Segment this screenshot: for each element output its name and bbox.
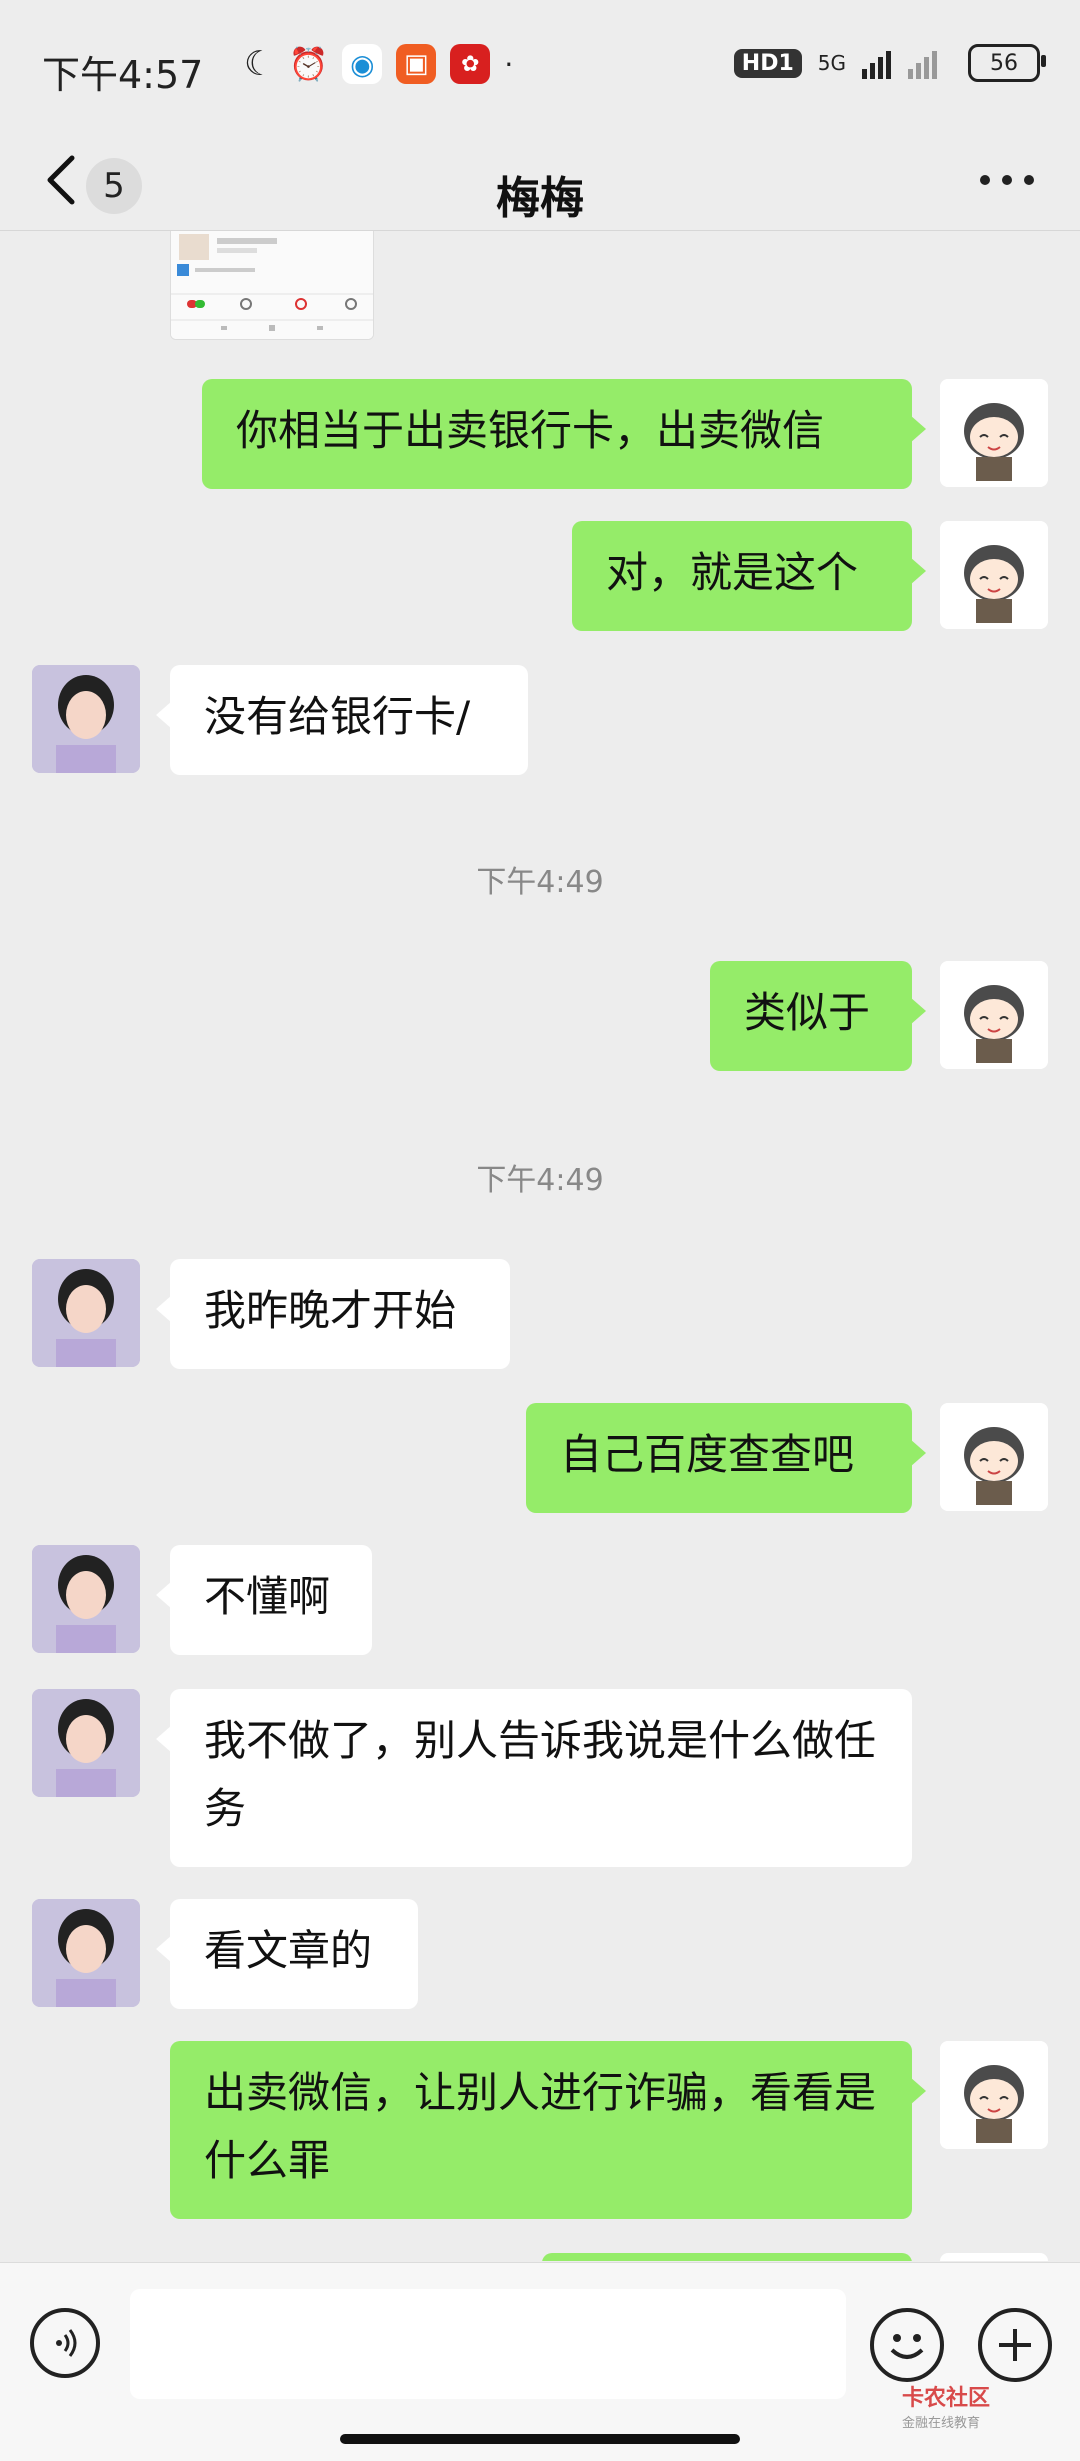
my-avatar[interactable] bbox=[940, 379, 1048, 487]
sent-message-bubble-partial[interactable] bbox=[542, 2253, 912, 2261]
network-label: 5G bbox=[817, 51, 846, 75]
my-avatar[interactable] bbox=[940, 2041, 1048, 2149]
chat-title: 梅梅 bbox=[496, 173, 584, 224]
my-avatar[interactable] bbox=[940, 961, 1048, 1069]
plus-icon bbox=[999, 2329, 1031, 2361]
home-indicator[interactable] bbox=[340, 2434, 740, 2444]
dot-icon: · bbox=[504, 47, 514, 81]
sent-message-bubble[interactable]: 自己百度查查吧 bbox=[526, 1403, 926, 1513]
contact-avatar[interactable] bbox=[32, 1899, 140, 2007]
screenshot-preview-icon bbox=[171, 231, 373, 339]
battery-indicator: 56 bbox=[968, 44, 1046, 82]
kuaishou-icon: ▣ bbox=[396, 44, 437, 84]
alarm-icon: ⏰ bbox=[288, 45, 329, 83]
message-timestamp: 下午4:49 bbox=[476, 865, 604, 900]
received-message-bubble[interactable]: 不懂啊 bbox=[156, 1545, 372, 1655]
watermark: 卡农社区 金融在线教育 bbox=[902, 2380, 990, 2431]
voice-icon bbox=[56, 2329, 77, 2357]
my-avatar[interactable] bbox=[940, 521, 1048, 629]
my-avatar[interactable] bbox=[940, 1403, 1048, 1511]
status-icons-right: HD1 5G 56 bbox=[733, 44, 1046, 82]
watermark-subtitle: 金融在线教育 bbox=[902, 2416, 981, 2431]
contact-avatar[interactable] bbox=[32, 665, 140, 773]
watermark-title: 卡农社区 bbox=[902, 2386, 991, 2411]
image-thumbnail[interactable] bbox=[170, 231, 374, 340]
received-message-bubble[interactable]: 看文章的 bbox=[156, 1899, 418, 2009]
status-time: 下午4:57 bbox=[42, 53, 204, 97]
signal-icon bbox=[862, 51, 937, 79]
more-functions-button[interactable] bbox=[978, 2308, 1052, 2382]
status-bar: 下午4:57 ☾ ⏰ ◉ ▣ ✿ · HD1 5G 56 bbox=[0, 0, 1080, 130]
more-options-icon[interactable] bbox=[980, 168, 1040, 192]
received-message-bubble[interactable]: 我不做了，别人告诉我说是什么做任务 bbox=[156, 1689, 912, 1867]
contact-avatar[interactable] bbox=[32, 1545, 140, 1653]
emoji-icon bbox=[890, 2334, 924, 2359]
sent-message-bubble[interactable]: 对，就是这个 bbox=[572, 521, 926, 631]
message-input[interactable] bbox=[130, 2289, 846, 2399]
received-message-bubble[interactable]: 没有给银行卡/ bbox=[156, 665, 528, 775]
sent-message-bubble[interactable]: 你相当于出卖银行卡，出卖微信 bbox=[202, 379, 926, 489]
chat-header: 5 梅梅 bbox=[0, 130, 1080, 231]
received-message-bubble[interactable]: 我昨晚才开始 bbox=[156, 1259, 510, 1369]
hd-badge: HD1 bbox=[733, 48, 802, 78]
china-mobile-icon: ◉ bbox=[342, 44, 383, 84]
moon-icon: ☾ bbox=[244, 44, 275, 84]
app-icon: ✿ bbox=[450, 44, 491, 84]
status-icons-left: ☾ ⏰ ◉ ▣ ✿ · bbox=[244, 44, 513, 84]
contact-avatar[interactable] bbox=[32, 1259, 140, 1367]
message-timestamp: 下午4:49 bbox=[476, 1163, 604, 1198]
sent-message-bubble[interactable]: 类似于 bbox=[710, 961, 926, 1071]
voice-input-button[interactable] bbox=[30, 2308, 100, 2378]
contact-avatar[interactable] bbox=[32, 1689, 140, 1797]
my-avatar-partial bbox=[940, 2253, 1048, 2261]
emoji-button[interactable] bbox=[870, 2308, 944, 2382]
input-bar bbox=[0, 2262, 1080, 2461]
message-list[interactable]: 你相当于出卖银行卡，出卖微信 对，就是这个 没有给银行卡/ 下午4:49 类似于… bbox=[0, 231, 1080, 2261]
sent-message-bubble[interactable]: 出卖微信，让别人进行诈骗，看看是什么罪 bbox=[170, 2041, 926, 2219]
